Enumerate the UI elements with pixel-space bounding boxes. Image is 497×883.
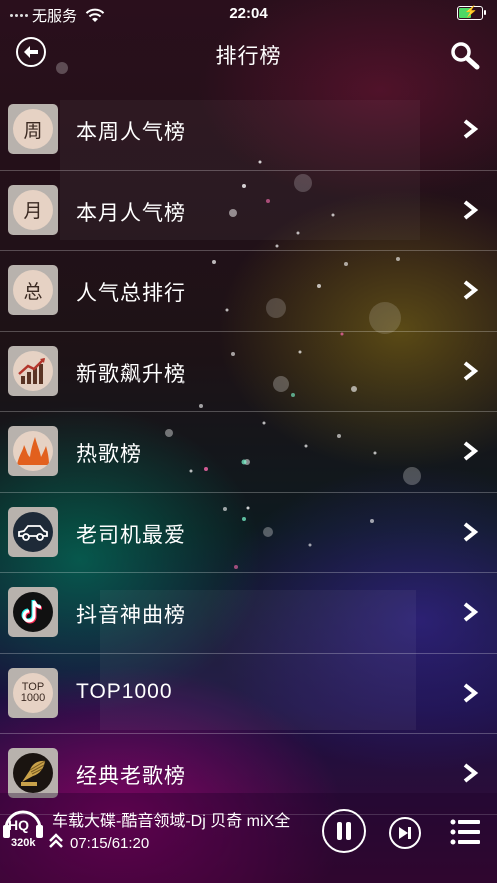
clock: 22:04 (229, 5, 268, 22)
chevron-right-icon (463, 360, 479, 381)
badge-top-text: TOP (21, 680, 45, 693)
song-title: 车载大碟-酷音领域-Dj 贝奇 miX全 (52, 813, 291, 830)
status-bar: 无服务 22:04 ⚡ (0, 0, 497, 28)
bitrate-label: 320k (11, 837, 36, 849)
badge-circle: 周 (13, 109, 53, 149)
hot-badge (8, 426, 58, 476)
playback-time: 07:15/61:20 (70, 835, 150, 852)
badge-circle: TOP 1000 (13, 672, 53, 713)
chevron-right-icon (463, 602, 479, 622)
list-item-douyin[interactable]: 抖音神曲榜 (0, 573, 497, 654)
pause-button[interactable] (322, 809, 366, 853)
list-item-label: TOP1000 (76, 679, 173, 703)
mini-player[interactable]: HQ 320k 车载大碟-酷音领域-Dj 贝奇 miX全 07:15/61:20 (0, 793, 497, 883)
list-item-weekly[interactable]: 周 本周人气榜 (0, 90, 497, 171)
chevron-right-icon (463, 441, 479, 461)
list-item-label: 抖音神曲榜 (76, 604, 186, 627)
list-item-hot[interactable]: 热歌榜 (0, 412, 497, 493)
list-item-top1000[interactable]: TOP 1000 TOP1000 (0, 654, 497, 734)
list-item-label: 新歌飙升榜 (76, 362, 186, 386)
badge-1000-text: 1000 (20, 691, 46, 704)
list-item-label: 本周人气榜 (76, 121, 186, 144)
tiktok-icon (13, 592, 53, 632)
badge-circle: 总 (13, 270, 53, 310)
driver-badge (8, 506, 58, 557)
quality-label: HQ (8, 817, 29, 833)
chevron-right-icon (463, 682, 479, 703)
list-item-label: 热歌榜 (76, 443, 142, 466)
page-title: 排行榜 (215, 45, 282, 68)
chart-list: 周 本周人气榜 月 本月人气榜 总 人气总排行 新歌飙升榜 热歌榜 老司机最爱 … (0, 90, 497, 815)
list-item-total[interactable]: 总 人气总排行 (0, 251, 497, 332)
month-badge-icon: 月 (8, 184, 58, 235)
badge-circle: 月 (13, 189, 53, 230)
search-icon[interactable] (449, 40, 481, 72)
car-icon (13, 511, 53, 552)
list-item-label: 老司机最爱 (76, 523, 186, 547)
next-icon (399, 827, 411, 839)
list-item-label: 本月人气榜 (76, 201, 186, 225)
top1000-badge-icon: TOP 1000 (8, 667, 58, 718)
week-badge-icon: 周 (8, 104, 58, 154)
list-item-label: 经典老歌榜 (76, 765, 186, 788)
douyin-badge (8, 587, 58, 637)
list-item-driver[interactable]: 老司机最爱 (0, 493, 497, 573)
battery-charging-icon: ⚡ (457, 6, 486, 20)
rising-badge (8, 345, 58, 396)
chevron-right-icon (463, 280, 479, 300)
chevron-right-icon (463, 763, 479, 783)
next-button[interactable] (389, 817, 421, 849)
expand-up-icon[interactable] (48, 833, 64, 849)
rising-chart-icon (13, 350, 53, 391)
gramophone-icon (13, 753, 53, 793)
flame-icon (13, 431, 53, 471)
chevron-right-icon (463, 521, 479, 542)
pause-icon (337, 822, 351, 840)
list-item-rising[interactable]: 新歌飙升榜 (0, 332, 497, 412)
list-item-label: 人气总排行 (76, 282, 186, 305)
total-badge-icon: 总 (8, 265, 58, 315)
nav-bar: 排行榜 (0, 28, 497, 84)
playlist-icon[interactable] (450, 817, 480, 847)
list-item-monthly[interactable]: 月 本月人气榜 (0, 171, 497, 251)
chevron-right-icon (463, 199, 479, 220)
chevron-right-icon (463, 119, 479, 139)
classic-badge (8, 748, 58, 798)
